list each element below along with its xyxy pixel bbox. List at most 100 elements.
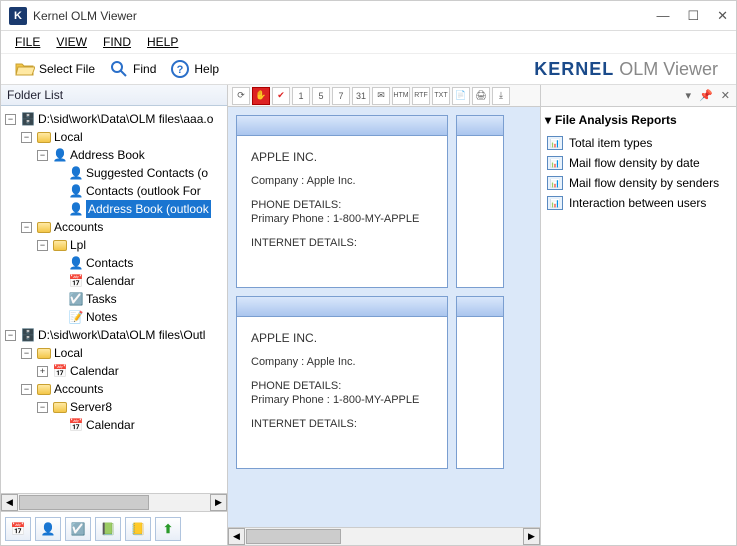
- scroll-right-button[interactable]: ▶: [523, 528, 540, 545]
- report-mail-flow-date[interactable]: 📊Mail flow density by date: [545, 153, 732, 173]
- tab-calendar[interactable]: 📅: [5, 517, 31, 541]
- menu-find[interactable]: FIND: [103, 35, 131, 49]
- tree-address-book-outlook[interactable]: 👤Address Book (outlook: [5, 200, 227, 218]
- tree-tasks[interactable]: ☑️Tasks: [5, 290, 227, 308]
- refresh-icon: ⟳: [237, 90, 245, 101]
- rtf-button[interactable]: RTF: [412, 87, 430, 105]
- tasks-icon: ☑️: [71, 522, 86, 536]
- report-icon: 📊: [547, 136, 563, 150]
- scroll-left-button[interactable]: ◀: [1, 494, 18, 511]
- contact-icon: 👤: [68, 256, 84, 270]
- report-icon: 📊: [547, 156, 563, 170]
- hand-icon: ✋: [255, 90, 266, 101]
- scroll-right-button[interactable]: ▶: [210, 494, 227, 511]
- contact-icon: 👤: [41, 522, 56, 536]
- tree-root-2[interactable]: −🗄️D:\sid\work\Data\OLM files\Outl: [5, 326, 227, 344]
- maximize-button[interactable]: ☐: [687, 8, 699, 24]
- window-title: Kernel OLM Viewer: [33, 9, 137, 23]
- day7-button[interactable]: 7: [332, 87, 350, 105]
- tree-notes[interactable]: 📝Notes: [5, 308, 227, 326]
- contact-card-partial[interactable]: [456, 115, 504, 288]
- tab-journal[interactable]: 📗: [95, 517, 121, 541]
- txt-button[interactable]: TXT: [432, 87, 450, 105]
- refresh-button[interactable]: ⟳: [232, 87, 250, 105]
- menu-help[interactable]: HELP: [147, 35, 178, 49]
- help-button[interactable]: ? Help: [166, 57, 223, 81]
- day5-button[interactable]: 5: [312, 87, 330, 105]
- tree-root[interactable]: −🗄️D:\sid\work\Data\OLM files\aaa.o: [5, 110, 227, 128]
- arrow-up-icon: ⬆: [163, 522, 173, 536]
- pin-icon[interactable]: 📌: [699, 89, 713, 102]
- window-controls: — ☐ ✕: [656, 8, 728, 24]
- tree-local[interactable]: −Local: [5, 128, 227, 146]
- tree-calendar-2[interactable]: +📅Calendar: [5, 362, 227, 380]
- scroll-track[interactable]: [245, 528, 523, 545]
- folder-panel: Folder List −🗄️D:\sid\work\Data\OLM file…: [1, 85, 228, 545]
- contact-card[interactable]: APPLE INC. Company : Apple Inc. PHONE DE…: [236, 115, 448, 288]
- scroll-track[interactable]: [18, 494, 210, 511]
- card-header: [237, 297, 447, 317]
- folder-tree[interactable]: −🗄️D:\sid\work\Data\OLM files\aaa.o −Loc…: [1, 106, 227, 493]
- folder-icon: [53, 402, 67, 413]
- card-body: APPLE INC. Company : Apple Inc. PHONE DE…: [237, 317, 447, 441]
- tree-contacts-outlook[interactable]: 👤Contacts (outlook For: [5, 182, 227, 200]
- close-button[interactable]: ✕: [717, 8, 728, 24]
- tree-calendar-3[interactable]: 📅Calendar: [5, 416, 227, 434]
- export-button[interactable]: ⤓: [492, 87, 510, 105]
- scroll-left-button[interactable]: ◀: [228, 528, 245, 545]
- tree-local-2[interactable]: −Local: [5, 344, 227, 362]
- contact-card-partial[interactable]: [456, 296, 504, 469]
- tab-notes[interactable]: 📒: [125, 517, 151, 541]
- panel-controls: ▾ 📌 ✕: [541, 85, 736, 107]
- txt-icon: TXT: [434, 92, 447, 99]
- tree-accounts-2[interactable]: −Accounts: [5, 380, 227, 398]
- tree-accounts[interactable]: −Accounts: [5, 218, 227, 236]
- report-interaction-users[interactable]: 📊Interaction between users: [545, 193, 732, 213]
- chevron-down-icon[interactable]: ▾: [545, 113, 551, 127]
- html-button[interactable]: HTM: [392, 87, 410, 105]
- menubar: FILE VIEW FIND HELP: [1, 31, 736, 53]
- menu-file[interactable]: FILE: [15, 35, 40, 49]
- content-panel: ⟳ ✋ ✔ 1 5 7 31 ✉ HTM RTF TXT 📄 🖨 ⤓ APPLE…: [228, 85, 541, 545]
- contact-icon: 👤: [68, 202, 84, 216]
- report-mail-flow-senders[interactable]: 📊Mail flow density by senders: [545, 173, 732, 193]
- close-panel-icon[interactable]: ✕: [721, 89, 730, 102]
- scroll-thumb[interactable]: [246, 529, 341, 544]
- tree-address-book[interactable]: −👤Address Book: [5, 146, 227, 164]
- content-hscroll[interactable]: ◀ ▶: [228, 527, 540, 545]
- menu-view[interactable]: VIEW: [56, 35, 87, 49]
- scroll-thumb[interactable]: [19, 495, 149, 510]
- pdf-button[interactable]: 📄: [452, 87, 470, 105]
- content-toolbar: ⟳ ✋ ✔ 1 5 7 31 ✉ HTM RTF TXT 📄 🖨 ⤓: [228, 85, 540, 107]
- tree-server8[interactable]: −Server8: [5, 398, 227, 416]
- tab-up[interactable]: ⬆: [155, 517, 181, 541]
- mail-button[interactable]: ✉: [372, 87, 390, 105]
- dropdown-icon[interactable]: ▾: [686, 89, 692, 102]
- select-file-button[interactable]: Select File: [11, 57, 99, 81]
- contact-card[interactable]: APPLE INC. Company : Apple Inc. PHONE DE…: [236, 296, 448, 469]
- view-tabs: 📅 👤 ☑️ 📗 📒 ⬆: [1, 511, 227, 545]
- report-total-item-types[interactable]: 📊Total item types: [545, 133, 732, 153]
- day1-button[interactable]: 1: [292, 87, 310, 105]
- tree-suggested-contacts[interactable]: 👤Suggested Contacts (o: [5, 164, 227, 182]
- journal-icon: 📗: [101, 522, 116, 536]
- reports-title: ▾ File Analysis Reports: [545, 113, 732, 127]
- minimize-button[interactable]: —: [656, 8, 669, 24]
- stop-button[interactable]: ✋: [252, 87, 270, 105]
- help-label: Help: [194, 62, 219, 76]
- tab-contacts[interactable]: 👤: [35, 517, 61, 541]
- folder-hscroll[interactable]: ◀ ▶: [1, 493, 227, 511]
- select-file-label: Select File: [39, 62, 95, 76]
- contact-icon: 👤: [68, 184, 84, 198]
- tree-calendar[interactable]: 📅Calendar: [5, 272, 227, 290]
- day31-button[interactable]: 31: [352, 87, 370, 105]
- tree-lpl[interactable]: −Lpl: [5, 236, 227, 254]
- print-button[interactable]: 🖨: [472, 87, 490, 105]
- tab-tasks[interactable]: ☑️: [65, 517, 91, 541]
- find-button[interactable]: Find: [105, 57, 160, 81]
- folder-list-header: Folder List: [1, 85, 227, 106]
- tree-contacts[interactable]: 👤Contacts: [5, 254, 227, 272]
- check-button[interactable]: ✔: [272, 87, 290, 105]
- notes-icon: 📒: [131, 522, 146, 536]
- card-header: [237, 116, 447, 136]
